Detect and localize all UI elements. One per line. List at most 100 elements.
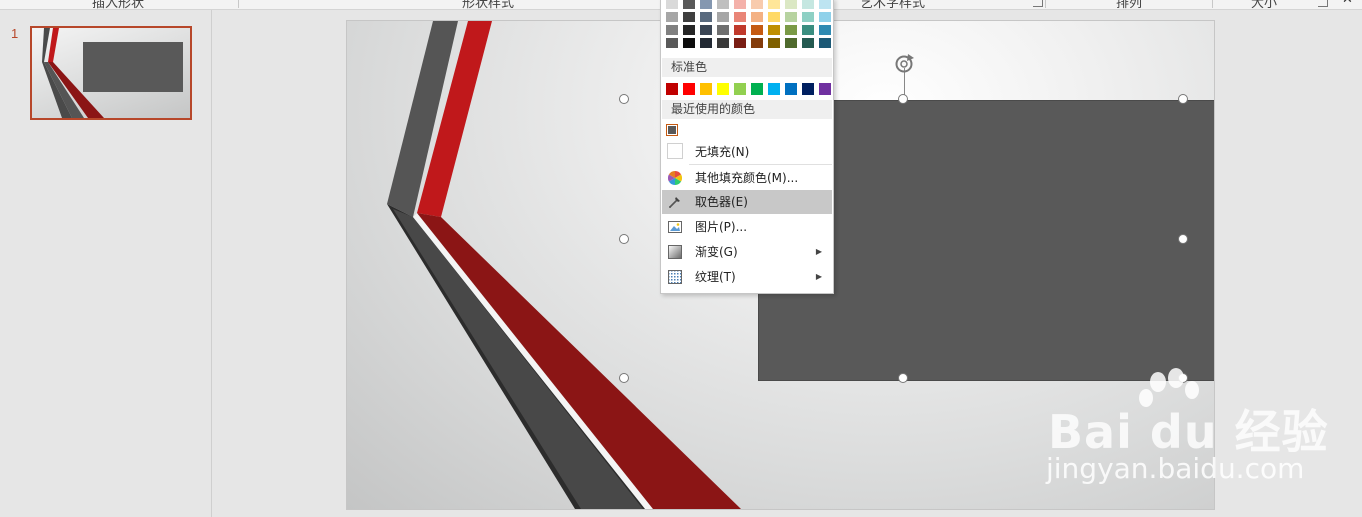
thumbnail-artwork [42,28,183,118]
theme-color-swatch[interactable] [751,0,763,9]
theme-color-swatch[interactable] [666,0,678,9]
theme-color-swatch[interactable] [768,38,780,48]
menu-item-gradient[interactable]: 渐变(G) ▶ [662,240,832,264]
resize-handle-bottom-left[interactable] [619,373,629,383]
theme-color-swatch[interactable] [734,25,746,35]
theme-color-swatch[interactable] [717,38,729,48]
menu-item-label: 图片(P)... [695,220,748,234]
theme-color-swatch[interactable] [717,25,729,35]
standard-colors-header: 标准色 [662,58,832,77]
theme-color-swatch[interactable] [802,12,814,22]
theme-color-swatch[interactable] [683,12,695,22]
standard-color-swatch[interactable] [717,83,729,95]
menu-item-eyedropper[interactable]: 取色器(E) [662,190,832,214]
resize-handle-top-right[interactable] [1178,94,1188,104]
theme-color-swatch[interactable] [819,38,831,48]
theme-color-swatch[interactable] [700,38,712,48]
standard-color-swatch[interactable] [700,83,712,95]
ribbon-group-size: 大小 [1251,0,1278,10]
theme-color-swatch[interactable] [785,38,797,48]
ribbon-group-arrange: 排列 [1116,0,1143,10]
menu-item-more-fill-colors[interactable]: 其他填充颜色(M)... [662,166,832,190]
theme-color-swatch[interactable] [666,38,678,48]
shape-fill-dropdown: 标准色 最近使用的颜色 无填充(N) 其他填充颜色(M)... 取色器(E) 图… [660,0,834,294]
menu-item-label: 无填充(N) [695,145,750,159]
ribbon-group-wordart-styles: 艺术字样式 [860,0,926,10]
picture-icon [668,221,682,233]
eyedropper-icon [669,197,680,208]
recent-colors-header: 最近使用的颜色 [662,100,832,119]
ribbon-separator [1045,0,1046,8]
theme-color-swatch[interactable] [751,25,763,35]
theme-color-swatch[interactable] [734,0,746,9]
theme-color-column [819,0,831,51]
standard-color-swatch[interactable] [734,83,746,95]
theme-color-swatch[interactable] [802,25,814,35]
standard-color-swatch[interactable] [819,83,831,95]
standard-color-swatch[interactable] [802,83,814,95]
theme-color-swatch[interactable] [819,12,831,22]
close-icon[interactable]: ✕ [1342,0,1353,7]
theme-color-column [802,0,814,51]
menu-item-picture[interactable]: 图片(P)... [662,215,832,239]
dialog-launcher-icon[interactable] [1033,0,1043,7]
resize-handle-top[interactable] [898,94,908,104]
theme-color-swatch[interactable] [700,0,712,9]
recent-color-swatch[interactable] [666,124,678,136]
theme-color-swatch[interactable] [751,38,763,48]
theme-color-swatch[interactable] [683,38,695,48]
theme-color-column [717,0,729,51]
ribbon-separator [1212,0,1213,8]
theme-color-swatch[interactable] [683,25,695,35]
theme-color-swatch[interactable] [717,0,729,9]
standard-color-swatch[interactable] [768,83,780,95]
ribbon-separator [238,0,239,8]
dialog-launcher-icon[interactable] [1318,0,1328,7]
standard-color-swatch[interactable] [683,83,695,95]
theme-color-swatch[interactable] [785,25,797,35]
standard-color-swatch[interactable] [785,83,797,95]
theme-color-column [751,0,763,51]
theme-color-swatch[interactable] [785,0,797,9]
theme-color-swatch[interactable] [734,12,746,22]
theme-color-swatch[interactable] [768,25,780,35]
theme-color-swatch[interactable] [666,12,678,22]
theme-color-swatch[interactable] [819,25,831,35]
standard-color-swatch[interactable] [751,83,763,95]
standard-color-swatch[interactable] [666,83,678,95]
theme-color-column [785,0,797,51]
resize-handle-left[interactable] [619,234,629,244]
resize-handle-top-left[interactable] [619,94,629,104]
theme-color-swatch[interactable] [717,12,729,22]
menu-item-texture[interactable]: 纹理(T) ▶ [662,265,832,289]
menu-item-label: 其他填充颜色(M)... [695,171,799,185]
resize-handle-right[interactable] [1178,234,1188,244]
theme-color-swatch[interactable] [734,38,746,48]
theme-color-swatch[interactable] [768,0,780,9]
theme-color-swatch[interactable] [802,0,814,9]
theme-color-swatch[interactable] [819,0,831,9]
resize-handle-bottom[interactable] [898,373,908,383]
theme-color-swatch[interactable] [666,25,678,35]
theme-color-swatch[interactable] [683,0,695,9]
theme-color-swatch[interactable] [700,25,712,35]
theme-color-swatch[interactable] [785,12,797,22]
theme-color-swatch[interactable] [751,12,763,22]
menu-item-label: 渐变(G) [695,245,738,259]
menu-separator [689,164,832,165]
menu-item-label: 取色器(E) [695,195,748,209]
theme-color-swatch[interactable] [768,12,780,22]
theme-color-swatch[interactable] [700,12,712,22]
theme-color-column [666,0,678,51]
ribbon-group-shape-styles: 形状样式 [462,0,515,10]
menu-item-no-fill[interactable]: 无填充(N) [662,140,832,164]
watermark-url: jingyan.baidu.com [1046,452,1305,485]
slide-thumbnail[interactable] [30,26,192,120]
ribbon-highlight [413,213,653,509]
theme-color-swatch[interactable] [802,38,814,48]
theme-color-column [734,0,746,51]
rotate-handle-icon[interactable] [893,53,915,75]
gradient-icon [668,245,682,259]
texture-icon [668,270,682,284]
theme-color-column [700,0,712,51]
